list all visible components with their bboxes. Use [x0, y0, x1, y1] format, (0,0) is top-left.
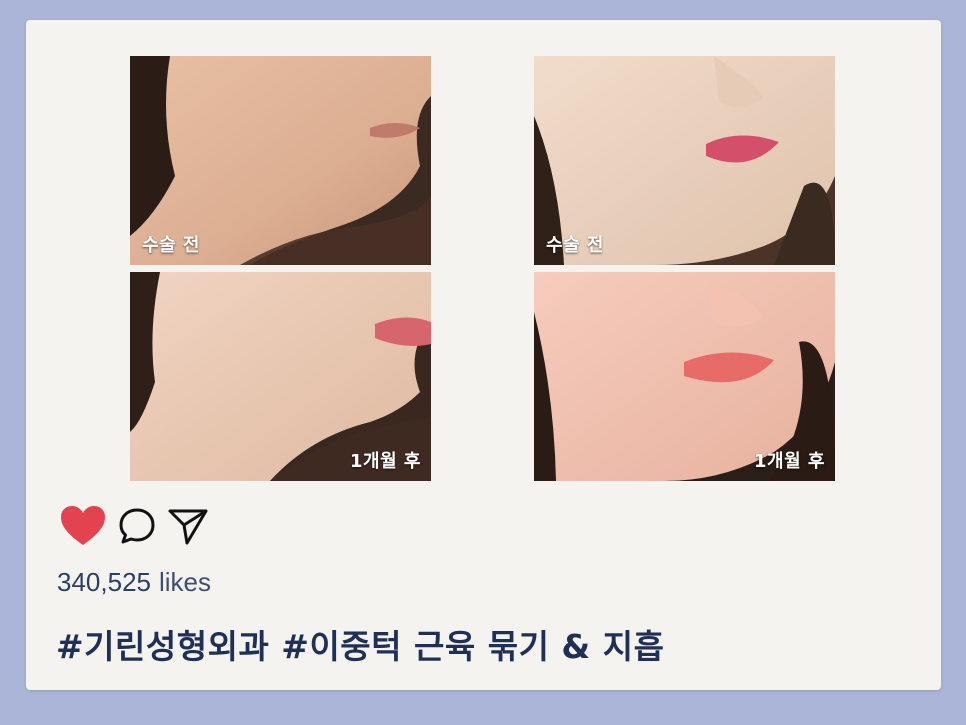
photo-right-after[interactable]: 1개월 후 [534, 272, 835, 481]
post-caption: #기린성형외과 #이중턱 근육 묶기 & 지흡 [56, 627, 665, 666]
comment-icon[interactable] [117, 506, 157, 550]
likes-word: likes [158, 567, 211, 597]
heart-icon[interactable] [59, 505, 107, 551]
send-icon[interactable] [167, 506, 209, 550]
photo-label: 수술 전 [142, 235, 200, 256]
photo-label: 수술 전 [546, 235, 604, 256]
photo-right-before[interactable]: 수술 전 [534, 56, 835, 265]
photo-label: 1개월 후 [350, 451, 421, 472]
photo-label: 1개월 후 [754, 451, 825, 472]
post-actions [59, 505, 219, 551]
photo-left-after[interactable]: 1개월 후 [130, 272, 431, 481]
post-card: 수술 전 수술 전 1개월 후 1개월 후 340,525 likes #기린성… [26, 20, 941, 690]
photo-left-before[interactable]: 수술 전 [130, 56, 431, 265]
likes-count: 340,525 likes [57, 567, 211, 598]
likes-number: 340,525 [57, 567, 151, 597]
